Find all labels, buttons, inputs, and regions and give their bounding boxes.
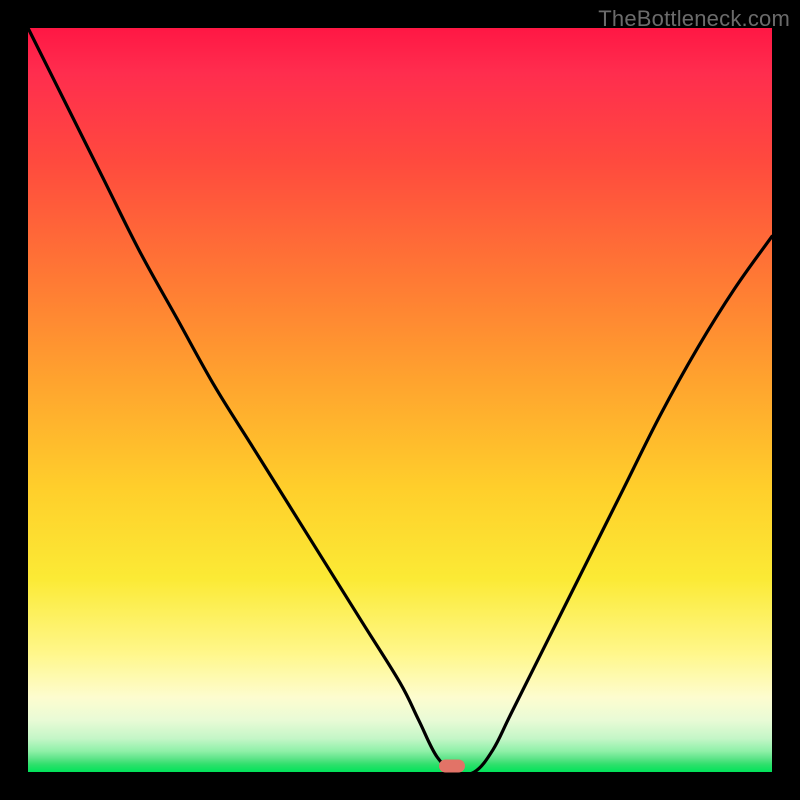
min-marker (439, 760, 465, 773)
watermark-text: TheBottleneck.com (598, 6, 790, 32)
bottleneck-curve (28, 28, 772, 775)
plot-area (28, 28, 772, 772)
curve-svg (28, 28, 772, 772)
chart-frame: TheBottleneck.com (0, 0, 800, 800)
